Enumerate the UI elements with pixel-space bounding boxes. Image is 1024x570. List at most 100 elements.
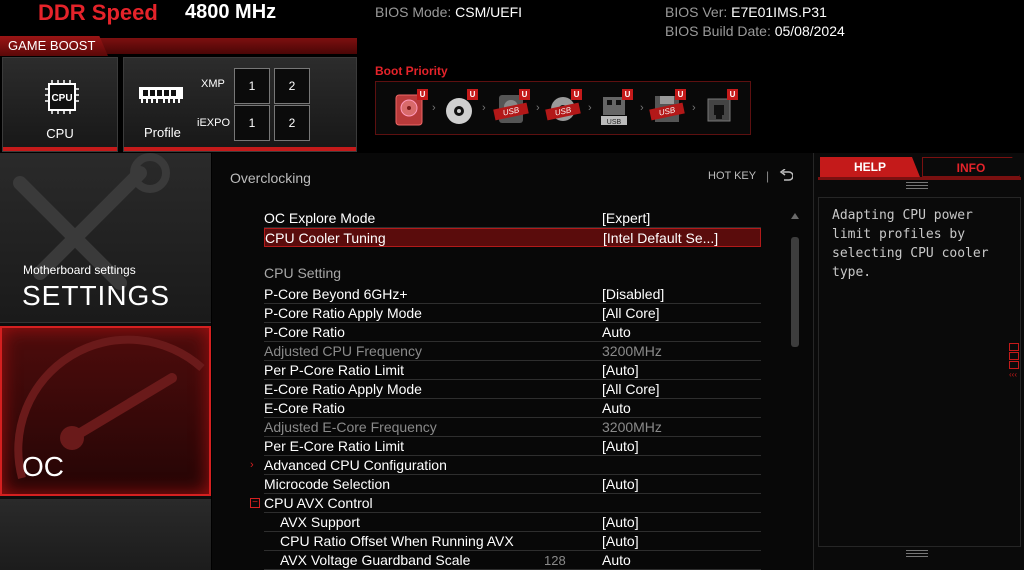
back-arrow-icon[interactable]	[779, 169, 793, 183]
help-tab-strip	[818, 177, 1021, 180]
boot-priority-label: Boot Priority	[375, 64, 448, 78]
boot-device-usb-floppy[interactable]: USB U	[649, 89, 688, 129]
setting-label: Adjusted E-Core Frequency	[264, 419, 437, 435]
setting-row-oc-explore-mode[interactable]: OC Explore Mode [Expert]	[264, 209, 761, 228]
boot-device-usb-cd[interactable]: USB U	[545, 89, 584, 129]
bios-date-label: BIOS Build Date:	[665, 23, 775, 39]
scrollbar-thumb[interactable]	[791, 237, 799, 347]
setting-value: [Auto]	[602, 438, 639, 454]
bios-version: BIOS Ver: E7E01IMS.P31	[665, 4, 827, 20]
profile-tile: Profile XMP iEXPO 1 2 1 2	[123, 57, 357, 152]
setting-row-p-core-ratio-apply-mode[interactable]: P-Core Ratio Apply Mode [All Core]	[264, 304, 761, 323]
setting-value: [Auto]	[602, 476, 639, 492]
setting-row-microcode-selection[interactable]: Microcode Selection [Auto]	[264, 475, 761, 494]
setting-row-cpu-ratio-offset-avx[interactable]: CPU Ratio Offset When Running AVX [Auto]	[264, 532, 761, 551]
hotkey-button[interactable]: HOT KEY	[708, 170, 756, 182]
setting-row-adjusted-cpu-frequency: Adjusted CPU Frequency 3200MHz	[264, 342, 761, 361]
setting-value: Auto	[602, 552, 631, 568]
setting-label: Per P-Core Ratio Limit	[264, 362, 405, 378]
xmp-profile-2-button[interactable]: 2	[274, 68, 310, 104]
setting-value: [Auto]	[602, 533, 639, 549]
setting-value: [Intel Default Se...]	[603, 230, 719, 246]
boot-priority-bar: U › U › USB U › USB U › USB U › USB U › …	[375, 81, 751, 135]
sidebar: Motherboard settings SETTINGS OC	[0, 153, 211, 570]
uefi-badge: U	[675, 89, 686, 100]
scroll-up-arrow-icon[interactable]	[791, 213, 799, 219]
iexpo-profile-1-button[interactable]: 1	[234, 105, 270, 141]
header: DDR Speed 4800 MHz GAME BOOST CPU CPU Pr…	[0, 0, 1024, 152]
setting-row-avx-support[interactable]: AVX Support [Auto]	[264, 513, 761, 532]
uefi-badge: U	[519, 89, 530, 100]
setting-current-value: 128	[544, 553, 566, 568]
grip-bottom-icon[interactable]	[906, 550, 928, 558]
setting-label: AVX Voltage Guardband Scale	[280, 552, 471, 568]
uefi-badge: U	[727, 89, 738, 100]
setting-label: CPU Cooler Tuning	[265, 230, 386, 246]
cpu-tile-underline	[3, 147, 117, 151]
setting-value: 3200MHz	[602, 419, 662, 435]
profile-tile-underline	[124, 147, 356, 151]
chevron-right-icon: ›	[640, 102, 644, 114]
grip-top-icon[interactable]	[906, 182, 928, 190]
marker-box	[1009, 352, 1019, 360]
panel-collapse-handle[interactable]: ‹‹‹	[1009, 343, 1021, 380]
setting-row-per-e-core-ratio-limit[interactable]: Per E-Core Ratio Limit [Auto]	[264, 437, 761, 456]
xmp-label: XMP	[201, 78, 225, 90]
setting-row-cpu-cooler-tuning[interactable]: CPU Cooler Tuning [Intel Default Se...]	[264, 228, 761, 247]
sidebar-item-next[interactable]	[0, 499, 211, 570]
uefi-badge: U	[417, 89, 428, 100]
setting-label: P-Core Ratio Apply Mode	[264, 305, 422, 321]
chevron-right-icon: ›	[692, 102, 696, 114]
setting-row-p-core-beyond-6ghz[interactable]: P-Core Beyond 6GHz+ [Disabled]	[264, 285, 761, 304]
game-boost-label[interactable]: GAME BOOST	[0, 36, 108, 56]
setting-row-e-core-ratio[interactable]: E-Core Ratio Auto	[264, 399, 761, 418]
setting-label: Adjusted CPU Frequency	[264, 343, 422, 359]
iexpo-profile-2-button[interactable]: 2	[274, 105, 310, 141]
uefi-badge: U	[467, 89, 478, 100]
setting-value: [Auto]	[602, 362, 639, 378]
iexpo-label: iEXPO	[197, 117, 231, 129]
boot-device-optical[interactable]: U	[442, 89, 480, 129]
hotkey-separator: |	[766, 169, 770, 183]
section-label: CPU Setting	[264, 265, 342, 281]
setting-row-cpu-avx-control[interactable]: − CPU AVX Control	[250, 494, 761, 513]
setting-row-advanced-cpu-configuration[interactable]: › Advanced CPU Configuration	[250, 456, 761, 475]
setting-label: E-Core Ratio Apply Mode	[264, 381, 422, 397]
collapse-icon[interactable]: −	[250, 498, 260, 508]
xmp-profile-1-button[interactable]: 1	[234, 68, 270, 104]
bios-date-value: 05/08/2024	[774, 23, 845, 39]
double-chevron-left-icon: ‹‹‹	[1009, 370, 1017, 379]
usb-key-text: USB	[607, 119, 622, 126]
sidebar-item-settings[interactable]: Motherboard settings SETTINGS	[0, 153, 211, 323]
setting-value: [All Core]	[602, 381, 660, 397]
sidebar-settings-title: SETTINGS	[22, 280, 171, 311]
cpu-tile[interactable]: CPU CPU	[2, 57, 118, 152]
bios-mode: BIOS Mode: CSM/UEFI	[375, 4, 522, 20]
setting-value: [Disabled]	[602, 286, 665, 302]
boot-device-usb-hdd[interactable]: USB U	[493, 89, 532, 129]
cpu-chip-text: CPU	[51, 93, 72, 104]
chevron-right-icon: ›	[536, 102, 540, 114]
cpu-tile-label: CPU	[46, 126, 74, 141]
setting-row-adjusted-e-core-frequency: Adjusted E-Core Frequency 3200MHz	[264, 418, 761, 437]
setting-row-p-core-ratio[interactable]: P-Core Ratio Auto	[264, 323, 761, 342]
setting-row-e-core-ratio-apply-mode[interactable]: E-Core Ratio Apply Mode [All Core]	[264, 380, 761, 399]
boot-device-network[interactable]: U	[702, 89, 740, 129]
setting-value: Auto	[602, 324, 631, 340]
boot-device-hard-drive[interactable]: U	[392, 89, 430, 129]
ddr-speed-value: 4800 MHz	[185, 1, 277, 23]
page-title: Overclocking	[230, 170, 311, 186]
scrollbar[interactable]	[791, 207, 800, 570]
boot-device-usb-key[interactable]: USB U	[597, 89, 635, 129]
uefi-badge: U	[571, 89, 582, 100]
help-text: Adapting CPU power limit profiles by sel…	[832, 208, 989, 280]
uefi-badge: U	[622, 89, 633, 100]
tab-help[interactable]: HELP	[820, 157, 920, 177]
tab-info[interactable]: INFO	[922, 157, 1020, 177]
sidebar-item-oc[interactable]: OC	[0, 326, 211, 496]
setting-row-per-p-core-ratio-limit[interactable]: Per P-Core Ratio Limit [Auto]	[264, 361, 761, 380]
sidebar-settings-subtitle: Motherboard settings	[23, 263, 136, 277]
bios-mode-value: CSM/UEFI	[455, 4, 523, 20]
setting-row-avx-voltage-guardband[interactable]: AVX Voltage Guardband Scale 128 Auto	[264, 551, 761, 570]
setting-label: CPU Ratio Offset When Running AVX	[280, 533, 514, 549]
